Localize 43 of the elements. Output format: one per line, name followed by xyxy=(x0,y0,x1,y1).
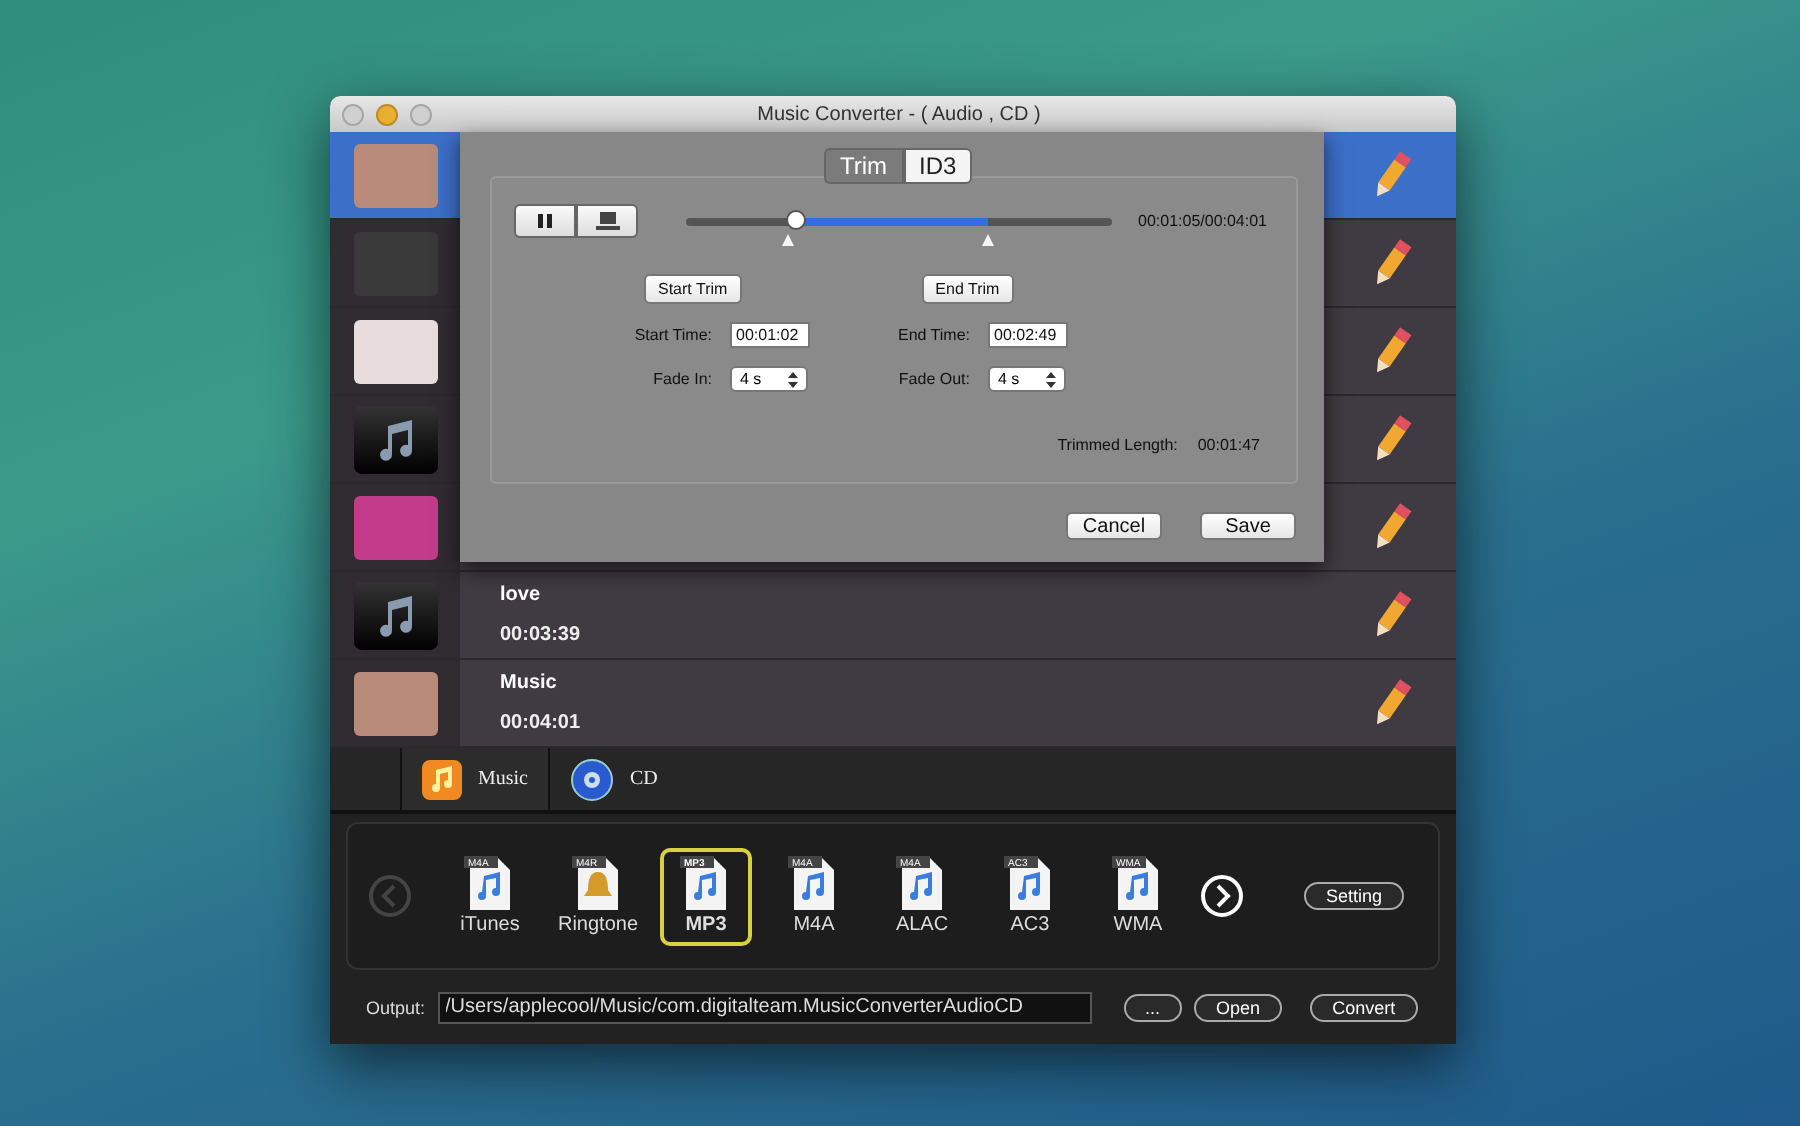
track-title: love xyxy=(500,584,543,606)
fade-in-select[interactable]: 4 s xyxy=(730,366,808,392)
sheet-tab[interactable]: Trim xyxy=(824,148,904,184)
output-label: Output: xyxy=(366,997,426,1017)
track-title: Music xyxy=(500,672,559,694)
start-trim-button[interactable]: Start Trim xyxy=(644,274,742,304)
track-duration: 00:03:39 xyxy=(500,624,583,646)
screen-button[interactable] xyxy=(576,204,638,238)
fade-out-select[interactable]: 4 s xyxy=(988,366,1066,392)
stepper-arrows-icon xyxy=(788,371,798,387)
track-row[interactable]: Music 00:04:01 xyxy=(330,660,1456,748)
end-trim-button[interactable]: End Trim xyxy=(921,274,1014,304)
sheet-tab[interactable]: ID3 xyxy=(903,148,973,184)
end-time-field[interactable]: 00:02:49 xyxy=(988,322,1068,348)
fade-in-label: Fade In: xyxy=(651,370,712,388)
track-duration: 00:04:01 xyxy=(500,712,583,734)
setting-button[interactable]: Setting xyxy=(1304,882,1405,910)
trim-end-handle[interactable] xyxy=(982,233,995,245)
save-button[interactable]: Save xyxy=(1200,512,1296,540)
track-row[interactable]: love 00:03:39 xyxy=(330,572,1456,660)
stepper-arrows-icon xyxy=(1046,371,1056,387)
source-tab[interactable]: CD xyxy=(550,748,730,810)
trimmed-length-label: Trimmed Length: xyxy=(1057,436,1178,454)
output-path-field[interactable]: /Users/applecool/Music/com.digitalteam.MusicConverterAudioCD xyxy=(437,991,1092,1023)
browse-button[interactable]: ... xyxy=(1123,993,1183,1021)
source-tab[interactable]: Music xyxy=(400,748,550,810)
screen-icon xyxy=(595,212,619,230)
start-time-label: Start Time: xyxy=(632,326,712,344)
open-button[interactable]: Open xyxy=(1194,993,1283,1021)
pause-icon xyxy=(538,214,552,228)
playback-position: 00:01:05/00:04:01 xyxy=(1138,212,1268,230)
trim-start-handle[interactable] xyxy=(782,233,795,245)
disc-icon xyxy=(570,757,614,801)
playhead-handle[interactable] xyxy=(786,209,807,229)
cancel-button[interactable]: Cancel xyxy=(1066,512,1162,540)
music-app-icon xyxy=(422,759,462,799)
end-time-label: End Time: xyxy=(895,326,970,344)
trimmed-length-value: 00:01:47 xyxy=(1197,436,1260,454)
window-title: Music Converter - ( Audio , CD ) xyxy=(755,103,1043,125)
fade-out-label: Fade Out: xyxy=(896,370,970,388)
start-time-field[interactable]: 00:01:02 xyxy=(730,322,810,348)
convert-button[interactable]: Convert xyxy=(1310,993,1418,1021)
pause-button[interactable] xyxy=(514,204,576,238)
